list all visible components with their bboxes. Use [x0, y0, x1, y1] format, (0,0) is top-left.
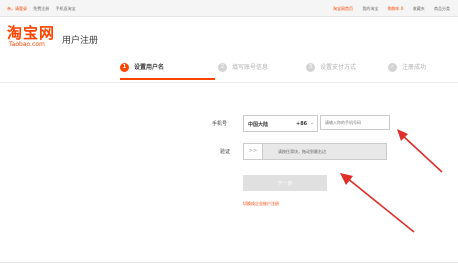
verify-label: 验证 [220, 149, 231, 155]
favorites-link[interactable]: 收藏夹 [413, 6, 425, 11]
step-account-info: 2 填写账号信息 [218, 62, 268, 72]
step-label: 注册成功 [402, 64, 427, 71]
logo-text-en: Taobao.com [9, 41, 45, 48]
slider-captcha: >> 请按住滑块，拖动到最右边 [243, 143, 387, 160]
top-navigation-bar: 亲，请登录 免费注册 手机逛淘宝 淘宝网首页 我的淘宝 购物车 0 收藏夹 商品… [0, 0, 458, 17]
step-label: 填写账号信息 [232, 64, 269, 71]
step-label: 设置支付方式 [320, 64, 357, 71]
next-step-button[interactable]: 下一步 [243, 175, 327, 191]
topbar-right-links: 淘宝网首页 我的淘宝 购物车 0 收藏夹 商品分类 [325, 6, 450, 12]
header-divider [0, 82, 458, 83]
region-select[interactable]: 中国大陆 +86 ⌄ [243, 115, 318, 132]
cart-link[interactable]: 购物车 0 [388, 6, 404, 11]
step-number: 3 [306, 63, 315, 72]
chevron-down-icon: ⌄ [310, 120, 315, 126]
step-label: 设置用户名 [134, 64, 165, 71]
step-number: 1 [120, 63, 129, 72]
login-link[interactable]: 亲，请登录 [7, 6, 27, 11]
region-code: +86 [296, 121, 308, 127]
annotation-arrow-next [340, 173, 415, 233]
step-payment-method: 3 设置支付方式 [306, 62, 356, 72]
step-set-username: 1 设置用户名 [120, 62, 164, 72]
taobao-logo[interactable]: 淘宝网 Taobao.com [7, 26, 61, 56]
annotation-arrow-phone [397, 129, 443, 173]
topbar-left-links: 亲，请登录 免费注册 手机逛淘宝 [7, 6, 81, 12]
categories-link[interactable]: 商品分类 [434, 6, 450, 11]
region-name: 中国大陆 [248, 122, 269, 128]
slider-handle[interactable]: >> [244, 144, 263, 159]
step-number: 2 [218, 63, 227, 72]
business-register-link[interactable]: 切换成企业账户注册 [243, 201, 279, 207]
check-icon: ✓ [388, 63, 397, 72]
taobao-home-link[interactable]: 淘宝网首页 [333, 6, 353, 11]
logo-text-cn: 淘宝网 [7, 24, 56, 42]
step-success: ✓ 注册成功 [388, 62, 426, 72]
mobile-taobao-link[interactable]: 手机逛淘宝 [56, 6, 76, 11]
register-link[interactable]: 免费注册 [33, 6, 49, 11]
my-taobao-link[interactable]: 我的淘宝 [362, 6, 378, 11]
phone-label: 手机号 [212, 121, 228, 127]
slider-instruction: 请按住滑块，拖动到最右边 [278, 149, 326, 154]
phone-input[interactable] [320, 115, 390, 130]
active-step-underline [120, 78, 215, 80]
registration-steps: 1 设置用户名 2 填写账号信息 3 设置支付方式 ✓ 注册成功 [120, 61, 450, 80]
footer-divider [0, 262, 458, 263]
page-title: 用户注册 [62, 36, 99, 46]
